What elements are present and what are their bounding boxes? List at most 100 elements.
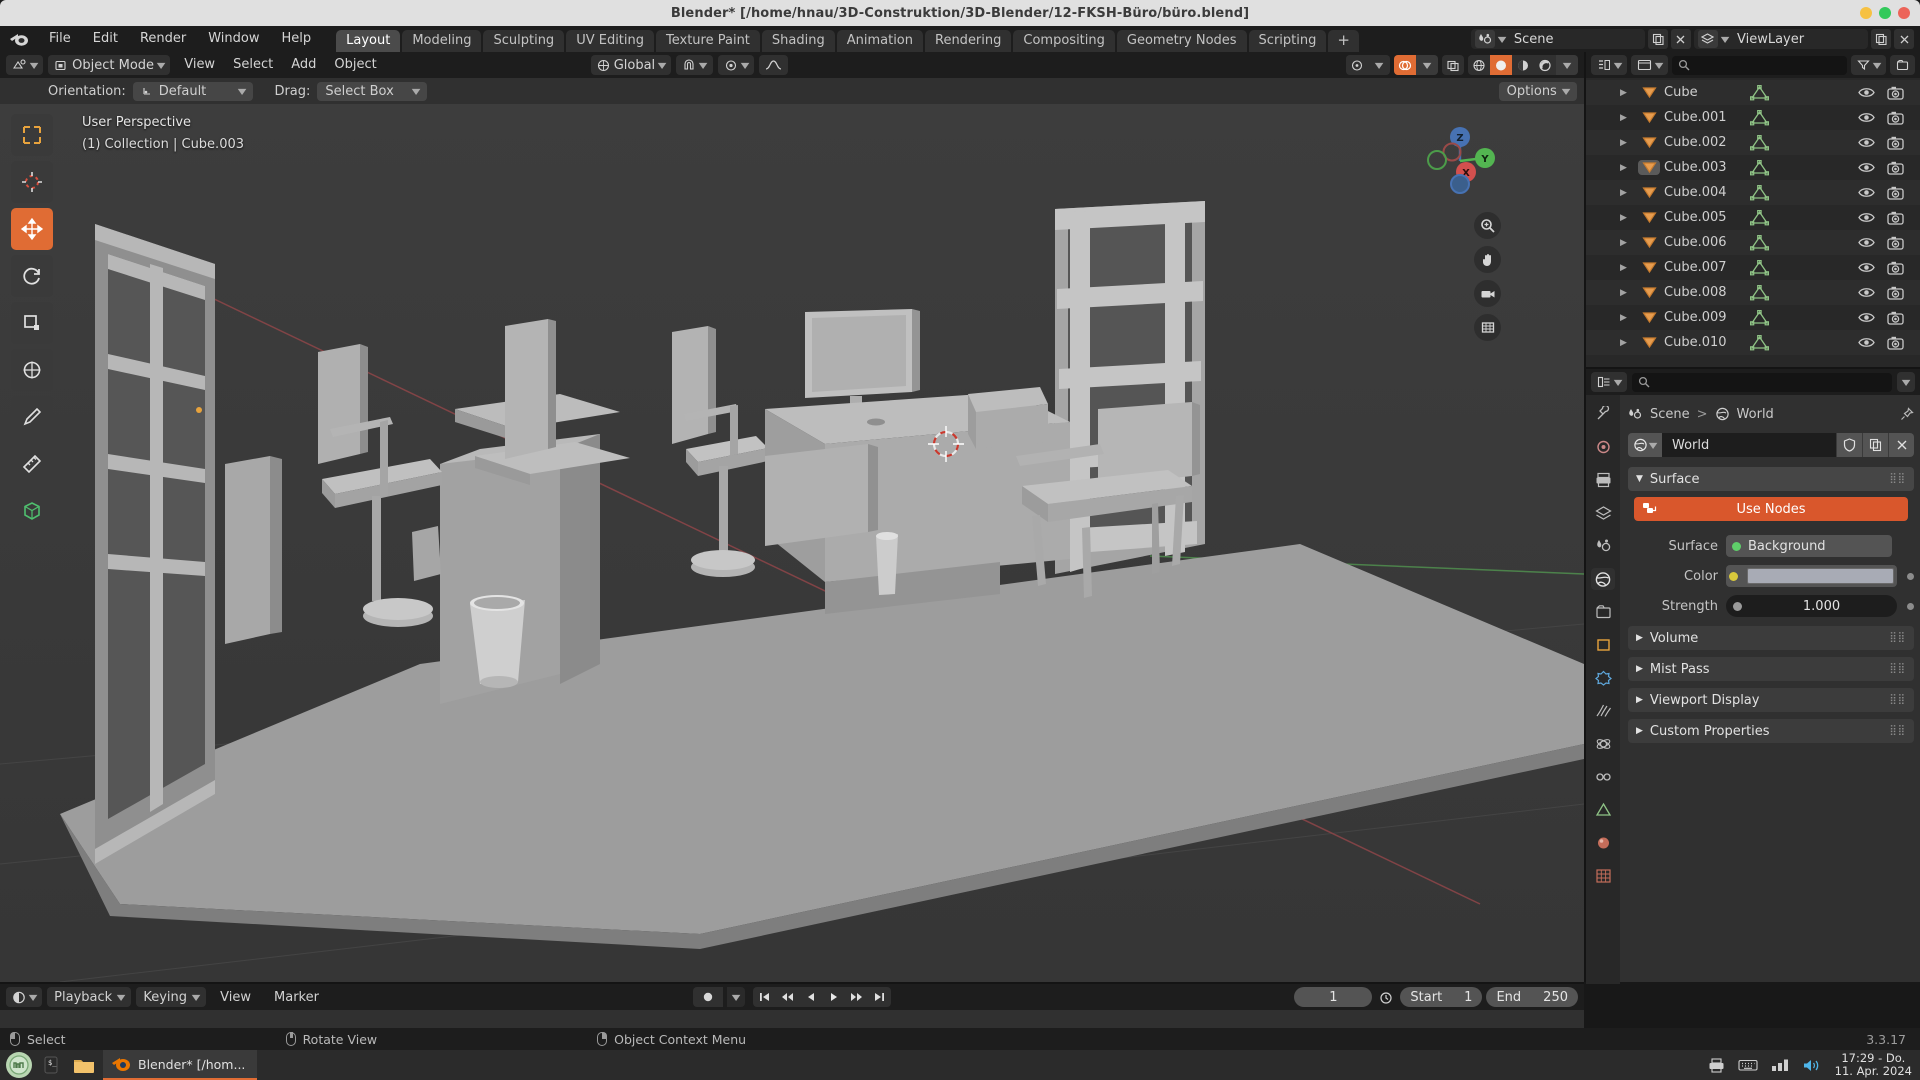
linux-mint-menu-icon[interactable] <box>6 1052 32 1078</box>
eye-icon[interactable] <box>1858 136 1875 149</box>
scale-tool[interactable] <box>11 302 53 344</box>
object-icon[interactable] <box>1638 110 1660 125</box>
tool-tab[interactable] <box>1591 403 1615 425</box>
add-workspace-button[interactable]: + <box>1328 30 1359 52</box>
outliner-item-label[interactable]: Cube.009 <box>1660 310 1746 325</box>
view-layer-tab[interactable] <box>1591 502 1615 524</box>
current-frame-field[interactable]: 1 <box>1294 987 1373 1007</box>
outliner-row[interactable]: ▶ Cube.009 <box>1586 305 1920 330</box>
workspace-tab-animation[interactable]: Animation <box>836 30 923 52</box>
panel-header-viewport-display[interactable]: ▶ Viewport Display ⣿⣿ <box>1628 688 1914 712</box>
overlays-toggles[interactable]: ▼ <box>1394 55 1438 75</box>
outliner-tree[interactable]: ▶ Cube ▶ Cube.001 ▶ Cube.002 ▶ Cube.003 ▶ Cube.00… <box>1586 78 1920 355</box>
outliner-row[interactable]: ▶ Cube.008 <box>1586 280 1920 305</box>
outliner-search-input[interactable] <box>1672 55 1847 75</box>
cursor-tool[interactable] <box>11 161 53 203</box>
viewport-canvas[interactable]: User Perspective (1) Collection | Cube.0… <box>0 104 1584 982</box>
outliner-row[interactable]: ▶ Cube.010 <box>1586 330 1920 355</box>
physics-tab[interactable] <box>1591 733 1615 755</box>
expand-triangle-icon[interactable]: ▶ <box>1620 113 1638 123</box>
taskbar-clock[interactable]: 17:29 - Do. 11. Apr. 2024 <box>1835 1052 1912 1078</box>
window-close-button[interactable] <box>1898 7 1910 19</box>
mesh-data-icon[interactable] <box>1746 184 1772 201</box>
auto-keyframe-button[interactable] <box>693 987 723 1007</box>
mesh-data-icon[interactable] <box>1746 209 1772 226</box>
pin-icon[interactable] <box>1900 407 1914 421</box>
outliner-row[interactable]: ▶ Cube.007 <box>1586 255 1920 280</box>
viewport-options-button[interactable]: Options ▼ <box>1498 82 1577 101</box>
mesh-data-icon[interactable] <box>1746 109 1772 126</box>
rendered-shading-icon[interactable] <box>1534 55 1556 75</box>
show-gizmo-icon[interactable] <box>1346 55 1368 75</box>
pan-hand-icon[interactable] <box>1474 246 1501 273</box>
workspace-tab-layout[interactable]: Layout <box>336 30 401 52</box>
camera-icon[interactable] <box>1887 211 1904 225</box>
object-icon[interactable] <box>1638 285 1660 300</box>
world-tab[interactable] <box>1591 568 1615 590</box>
printer-icon[interactable] <box>1708 1057 1725 1073</box>
expand-triangle-icon[interactable]: ▶ <box>1620 138 1638 148</box>
expand-triangle-icon[interactable]: ▶ <box>1620 288 1638 298</box>
workspace-tab-modeling[interactable]: Modeling <box>402 30 482 52</box>
animate-property-dot[interactable] <box>1907 602 1914 610</box>
outliner-row[interactable]: ▶ Cube.004 <box>1586 180 1920 205</box>
chevron-down-icon[interactable]: ▼ <box>1556 55 1578 75</box>
use-nodes-button[interactable]: Use Nodes <box>1634 497 1908 521</box>
timeline-menu-marker[interactable]: Marker <box>265 990 328 1005</box>
workspace-tab-geometry-nodes[interactable]: Geometry Nodes <box>1116 30 1247 52</box>
world-name-field[interactable]: World <box>1662 433 1836 457</box>
object-icon[interactable] <box>1638 85 1660 100</box>
xray-toggle[interactable] <box>1442 55 1464 75</box>
play-button[interactable] <box>822 987 845 1007</box>
mesh-data-icon[interactable] <box>1746 284 1772 301</box>
outliner-item-label[interactable]: Cube.006 <box>1660 235 1746 250</box>
volume-icon[interactable] <box>1802 1058 1822 1073</box>
outliner-row[interactable]: ▶ Cube.005 <box>1586 205 1920 230</box>
jump-to-start-button[interactable] <box>753 987 776 1007</box>
camera-icon[interactable] <box>1887 261 1904 275</box>
window-minimize-button[interactable] <box>1860 7 1872 19</box>
properties-tab-column[interactable] <box>1586 395 1620 984</box>
snap-toggle[interactable]: ▼ <box>676 55 713 75</box>
color-swatch[interactable] <box>1747 568 1894 584</box>
playback-dropdown[interactable]: Playback ▼ <box>47 987 132 1007</box>
panel-header-mist-pass[interactable]: ▶ Mist Pass ⣿⣿ <box>1628 657 1914 681</box>
breadcrumb-world[interactable]: World <box>1737 407 1774 422</box>
remove-viewlayer-button[interactable] <box>1894 29 1914 49</box>
falloff-curve-selector[interactable] <box>758 55 788 75</box>
add-cube-tool[interactable] <box>11 490 53 532</box>
transform-orientation-selector[interactable]: Global ▼ <box>590 55 672 75</box>
outliner-row[interactable]: ▶ Cube.001 <box>1586 105 1920 130</box>
wireframe-shading-icon[interactable] <box>1468 55 1490 75</box>
interaction-mode-selector[interactable]: Object Mode ▼ <box>48 55 171 75</box>
collection-tab[interactable] <box>1591 601 1615 623</box>
camera-icon[interactable] <box>1887 336 1904 350</box>
select-box-tool[interactable] <box>11 114 53 156</box>
camera-icon[interactable] <box>1887 186 1904 200</box>
mesh-data-icon[interactable] <box>1746 159 1772 176</box>
mesh-data-icon[interactable] <box>1746 234 1772 251</box>
toggle-perspective-icon[interactable] <box>1474 314 1501 341</box>
workspace-tab-scripting[interactable]: Scripting <box>1248 30 1327 52</box>
toggle-xray-icon[interactable] <box>1442 55 1464 75</box>
outliner-item-label[interactable]: Cube.004 <box>1660 185 1746 200</box>
viewlayer-selector[interactable]: ▼ ViewLayer <box>1693 29 1868 49</box>
solid-shading-icon[interactable] <box>1490 55 1512 75</box>
expand-triangle-icon[interactable]: ▶ <box>1620 213 1638 223</box>
outliner-item-label[interactable]: Cube.010 <box>1660 335 1746 350</box>
shading-mode-selector[interactable]: ▼ <box>1468 55 1578 75</box>
object-icon[interactable] <box>1638 235 1660 250</box>
start-frame-field[interactable]: Start 1 <box>1400 987 1483 1007</box>
properties-search-input[interactable] <box>1632 372 1892 392</box>
viewport-menu-select[interactable]: Select <box>224 55 282 75</box>
outliner-display-mode-selector[interactable]: ▼ <box>1631 55 1669 75</box>
play-reverse-button[interactable] <box>799 987 822 1007</box>
render-tab[interactable] <box>1591 436 1615 458</box>
blender-logo-icon[interactable] <box>8 29 30 49</box>
scene-selector[interactable]: ▼ Scene <box>1470 29 1645 49</box>
mesh-data-icon[interactable] <box>1746 309 1772 326</box>
outliner-item-label[interactable]: Cube.001 <box>1660 110 1746 125</box>
viewport-menu-view[interactable]: View <box>175 55 224 75</box>
topbar-menu-edit[interactable]: Edit <box>82 28 129 50</box>
eye-icon[interactable] <box>1858 86 1875 99</box>
